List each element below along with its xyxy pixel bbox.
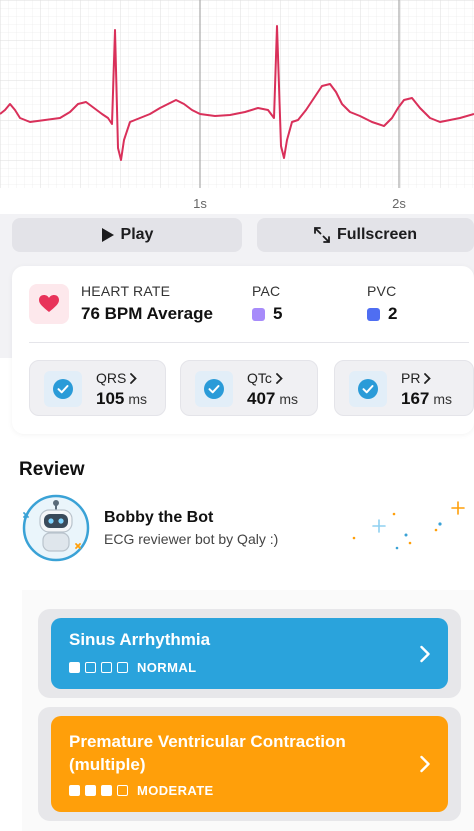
sparkle-decoration [340, 498, 474, 560]
severity-indicator: MODERATE [69, 783, 214, 798]
pac-label: PAC [252, 283, 281, 299]
metric-qtc[interactable]: QTc 407 ms [180, 360, 318, 416]
play-button[interactable]: Play [12, 218, 242, 252]
reviewer-subtitle: ECG reviewer bot by Qaly :) [104, 531, 279, 547]
chevron-right-icon [424, 372, 432, 384]
severity-box [85, 785, 96, 796]
heart-rate-label: HEART RATE [81, 283, 171, 299]
metric-pr[interactable]: PR 167 ms [334, 360, 474, 416]
pac-value: 5 [273, 304, 283, 323]
metric-qtc-value-group: 407 ms [247, 389, 298, 409]
severity-label: NORMAL [137, 660, 197, 675]
metric-qtc-label-group: QTc [247, 370, 283, 386]
fullscreen-button[interactable]: Fullscreen [257, 218, 474, 252]
metric-pr-unit: ms [433, 391, 453, 407]
severity-box [101, 662, 112, 673]
severity-box [85, 662, 96, 673]
finding-title: Sinus Arrhythmia [69, 630, 211, 649]
metric-qrs-label-group: QRS [96, 370, 138, 386]
metric-pr-value-group: 167 ms [401, 389, 452, 409]
metric-qrs-unit: ms [128, 391, 148, 407]
pac-value-group: 5 [252, 304, 282, 324]
play-label: Play [120, 226, 154, 243]
metric-qrs[interactable]: QRS 105 ms [29, 360, 166, 416]
finding-sinus-arrhythmia[interactable]: Sinus Arrhythmia NORMAL [51, 618, 448, 689]
reviewer-name: Bobby the Bot [104, 509, 214, 526]
fullscreen-label: Fullscreen [336, 226, 418, 243]
severity-box [117, 785, 128, 796]
tick-label-2s: 2s [392, 196, 406, 211]
chevron-right-icon [420, 755, 430, 773]
pac-color-swatch [252, 307, 265, 321]
finding-card[interactable]: Premature Ventricular Contraction (multi… [38, 707, 461, 821]
pvc-label: PVC [367, 283, 397, 299]
pvc-value: 2 [388, 304, 398, 323]
severity-box [117, 662, 128, 673]
heart-rate-value: 76 BPM Average [81, 304, 213, 323]
finding-card[interactable]: Sinus Arrhythmia NORMAL [38, 609, 461, 698]
severity-label: MODERATE [137, 783, 214, 798]
metric-qtc-value: 407 [247, 389, 276, 408]
check-icon [44, 371, 82, 407]
check-icon [349, 371, 387, 407]
ecg-time-axis: 1s 2s [0, 188, 474, 214]
play-icon [101, 228, 114, 242]
divider [29, 342, 469, 343]
finding-title: Premature Ventricular Contraction [69, 732, 346, 751]
pvc-value-group: 2 [367, 304, 397, 324]
finding-premature-ventricular-contraction[interactable]: Premature Ventricular Contraction (multi… [51, 716, 448, 812]
finding-title-line2: (multiple) [69, 755, 146, 774]
ecg-strip[interactable] [0, 0, 474, 188]
metric-qrs-value: 105 [96, 389, 125, 408]
metric-qrs-label: QRS [96, 370, 127, 386]
metric-qrs-value-group: 105 ms [96, 389, 147, 409]
ecg-chart [0, 0, 474, 188]
ecg-grid [0, 0, 474, 188]
severity-box [101, 785, 112, 796]
chevron-right-icon [130, 372, 138, 384]
severity-box [69, 662, 80, 673]
bot-avatar [18, 494, 90, 562]
fullscreen-icon [314, 227, 330, 243]
tick-label-1s: 1s [193, 196, 207, 211]
severity-box [69, 785, 80, 796]
review-heading: Review [19, 459, 85, 480]
pvc-color-swatch [367, 307, 380, 321]
heart-icon [29, 284, 69, 324]
metric-qtc-label: QTc [247, 370, 272, 386]
metric-pr-label-group: PR [401, 370, 432, 386]
metric-qtc-unit: ms [279, 391, 299, 407]
chevron-right-icon [275, 372, 283, 384]
stats-card: HEART RATE 76 BPM Average PAC 5 PVC 2 QR… [12, 266, 474, 434]
severity-indicator: NORMAL [69, 660, 196, 675]
metric-pr-label: PR [401, 370, 421, 386]
check-icon [195, 371, 233, 407]
chevron-right-icon [420, 645, 430, 662]
metric-pr-value: 167 [401, 389, 430, 408]
